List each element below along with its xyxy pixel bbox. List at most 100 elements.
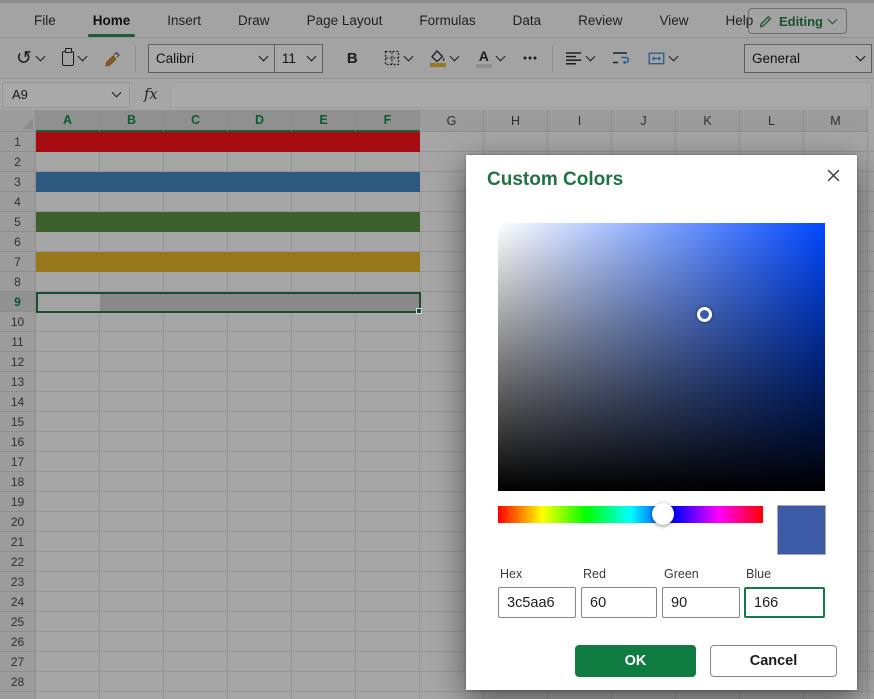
filled-range-A5:F5[interactable] — [36, 212, 420, 232]
row-header-4[interactable]: 4 — [0, 192, 35, 212]
alignment-button[interactable] — [565, 51, 594, 65]
menu-tab-draw[interactable]: Draw — [238, 13, 270, 28]
column-header-B[interactable]: B — [100, 110, 164, 132]
format-painter-button[interactable] — [104, 50, 121, 67]
row-header-6[interactable]: 6 — [0, 232, 35, 252]
font-size-select[interactable]: 11 — [274, 44, 323, 73]
row-header-5[interactable]: 5 — [0, 212, 35, 232]
row-header-16[interactable]: 16 — [0, 432, 35, 452]
menu-tab-formulas[interactable]: Formulas — [419, 13, 475, 28]
undo-button[interactable]: ↺ — [16, 49, 44, 68]
color-picker-ring[interactable] — [697, 307, 712, 322]
row-header-24[interactable]: 24 — [0, 592, 35, 612]
row-header-27[interactable]: 27 — [0, 652, 35, 672]
menu-tab-file[interactable]: File — [34, 13, 56, 28]
red-input[interactable] — [581, 587, 657, 618]
bold-button[interactable]: B — [347, 50, 358, 67]
row-header-20[interactable]: 20 — [0, 512, 35, 532]
row-header-17[interactable]: 17 — [0, 452, 35, 472]
column-header-G[interactable]: G — [420, 110, 484, 132]
row-header-25[interactable]: 25 — [0, 612, 35, 632]
editing-mode-button[interactable]: Editing — [748, 8, 847, 34]
filled-range-A3:F3[interactable] — [36, 172, 420, 192]
column-header-K[interactable]: K — [676, 110, 740, 132]
merge-cells-button[interactable] — [648, 51, 677, 66]
column-header-I[interactable]: I — [548, 110, 612, 132]
row-header-2[interactable]: 2 — [0, 152, 35, 172]
paste-button[interactable] — [62, 51, 86, 66]
more-font-options-button[interactable] — [522, 50, 538, 66]
column-header-J[interactable]: J — [612, 110, 676, 132]
dialog-title: Custom Colors — [487, 169, 623, 191]
column-header-E[interactable]: E — [292, 110, 356, 132]
insert-function-button[interactable]: fx — [144, 87, 158, 103]
chevron-down-icon — [856, 51, 866, 61]
row-header-1[interactable]: 1 — [0, 132, 35, 152]
row-header-21[interactable]: 21 — [0, 532, 35, 552]
row-header-14[interactable]: 14 — [0, 392, 35, 412]
column-header-M[interactable]: M — [804, 110, 868, 132]
column-header-H[interactable]: H — [484, 110, 548, 132]
hex-input[interactable] — [498, 587, 576, 618]
row-header-3[interactable]: 3 — [0, 172, 35, 192]
menu-tab-view[interactable]: View — [659, 13, 688, 28]
wrap-text-button[interactable] — [612, 50, 630, 66]
column-header-L[interactable]: L — [740, 110, 804, 132]
fill-bucket-icon — [430, 50, 446, 62]
cancel-button[interactable]: Cancel — [710, 645, 837, 677]
row-header-10[interactable]: 10 — [0, 312, 35, 332]
row-header-28[interactable]: 28 — [0, 672, 35, 692]
fill-color-button[interactable] — [430, 50, 458, 67]
menu-tab-page-layout[interactable]: Page Layout — [307, 13, 383, 28]
green-label: Green — [664, 567, 699, 581]
row-header-22[interactable]: 22 — [0, 552, 35, 572]
menu-tab-home[interactable]: Home — [93, 13, 131, 28]
name-box[interactable]: A9 — [2, 82, 130, 108]
column-header-A[interactable]: A — [36, 110, 100, 132]
menu-tab-insert[interactable]: Insert — [167, 13, 201, 28]
number-format-value: General — [752, 51, 800, 66]
green-input[interactable] — [662, 587, 740, 618]
row-header-23[interactable]: 23 — [0, 572, 35, 592]
fill-handle[interactable] — [416, 308, 422, 314]
column-header-F[interactable]: F — [356, 110, 420, 132]
filled-range-A7:F7[interactable] — [36, 252, 420, 272]
font-name-select[interactable]: Calibri — [148, 44, 274, 73]
row-header-11[interactable]: 11 — [0, 332, 35, 352]
undo-icon: ↺ — [16, 49, 32, 68]
editing-label: Editing — [779, 14, 823, 29]
saturation-value-picker[interactable] — [498, 223, 825, 491]
ok-button[interactable]: OK — [575, 645, 696, 677]
row-header-13[interactable]: 13 — [0, 372, 35, 392]
row-header-26[interactable]: 26 — [0, 632, 35, 652]
menu-bar: File Home Insert Draw Page Layout Formulas Dat… — [0, 0, 874, 37]
select-all-corner[interactable] — [0, 110, 36, 132]
menu-tab-review[interactable]: Review — [578, 13, 622, 28]
row-header-19[interactable]: 19 — [0, 492, 35, 512]
chevron-down-icon — [306, 51, 316, 61]
formula-input[interactable] — [170, 82, 872, 108]
clipboard-icon — [62, 51, 74, 66]
row-header-9[interactable]: 9 — [0, 292, 35, 312]
close-button[interactable] — [821, 163, 845, 187]
borders-button[interactable] — [384, 50, 412, 66]
column-header-D[interactable]: D — [228, 110, 292, 132]
menu-tabs: File Home Insert Draw Page Layout Formulas Dat… — [34, 13, 790, 28]
column-headers: ABCDEFGHIJKLM — [36, 110, 868, 132]
row-header-18[interactable]: 18 — [0, 472, 35, 492]
hue-slider[interactable] — [498, 506, 763, 523]
font-color-button[interactable]: A — [476, 49, 504, 68]
row-header-12[interactable]: 12 — [0, 352, 35, 372]
hue-slider-thumb[interactable] — [652, 503, 674, 525]
menu-tab-data[interactable]: Data — [513, 13, 542, 28]
row-header-15[interactable]: 15 — [0, 412, 35, 432]
row-header-8[interactable]: 8 — [0, 272, 35, 292]
font-color-letter: A — [479, 49, 489, 63]
column-header-C[interactable]: C — [164, 110, 228, 132]
hex-label: Hex — [500, 567, 522, 581]
number-format-select[interactable]: General — [744, 44, 872, 73]
row-header-7[interactable]: 7 — [0, 252, 35, 272]
blue-input[interactable] — [744, 587, 825, 618]
chevron-down-icon — [77, 51, 87, 61]
filled-range-A1:F1[interactable] — [36, 132, 420, 152]
